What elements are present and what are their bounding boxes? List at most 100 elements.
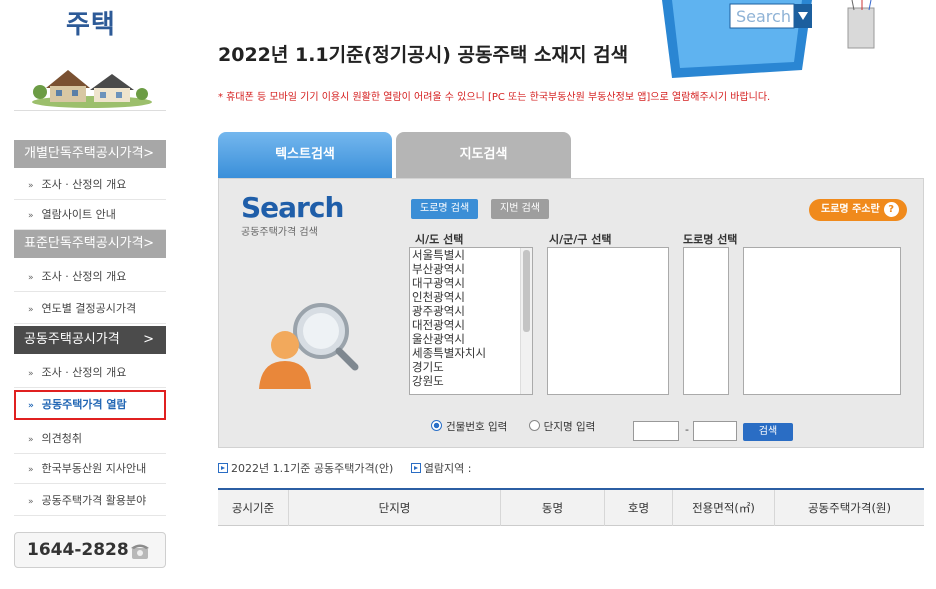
table-header-cell: 공시기준 [231, 501, 275, 515]
chevron-right-icon: > [143, 236, 154, 251]
road-select-label: 도로명 선택 [683, 233, 738, 246]
table-header-cell: 전용면적(㎡) [672, 490, 774, 526]
sidebar-divider [14, 110, 166, 111]
arrow-box-icon [410, 463, 421, 473]
road-address-guide-button[interactable]: 도로명 주소란? [809, 199, 907, 221]
bullet-icon: » [28, 369, 34, 379]
list-item[interactable]: 대구광역시 [410, 276, 532, 290]
sidebar-item-label: 조사 · 산정의 개요 [41, 366, 127, 379]
sidebar-item-label: 공동주택가격 활용분야 [41, 494, 147, 507]
result-table-header: 공시기준 단지명 동명 호명 전용면적(㎡) 공동주택가격(원) [218, 488, 924, 526]
sidebar-item-survey-overview-2[interactable]: » 조사 · 산정의 개요 [14, 262, 166, 292]
mobile-notice: * 휴대폰 등 모바일 기기 이용시 원활한 열람이 어려울 수 있으니 [PC… [218, 92, 771, 103]
sidebar-item-label: 조사 · 산정의 개요 [41, 270, 127, 283]
sidebar-item-apartment-view[interactable]: » 공동주택가격 열람 [14, 390, 166, 420]
sidebar-item-branch-guide[interactable]: » 한국부동산원 지사안내 [14, 454, 166, 484]
page-title: 2022년 1.1기준(정기공시) 공동주택 소재지 검색 [218, 44, 629, 66]
road-name-listbox[interactable] [743, 247, 901, 395]
search-logo: Search [241, 191, 344, 224]
deco-search-text: Search [736, 7, 791, 26]
list-item[interactable]: 강원도 [410, 374, 532, 388]
list-item[interactable]: 경기도 [410, 360, 532, 374]
arrow-box-icon [218, 463, 228, 473]
radio-checked-icon[interactable] [431, 420, 442, 431]
road-name-search-button[interactable]: 도로명 검색 [411, 199, 479, 219]
list-item[interactable]: 울산광역시 [410, 332, 532, 346]
info-year-text: 2022년 1.1기준 공동주택가격(안) [231, 462, 394, 475]
bullet-icon: » [28, 435, 34, 445]
number-separator: - [685, 423, 689, 436]
city-listbox-scrollbar[interactable] [520, 248, 532, 394]
radio-unchecked-icon[interactable] [528, 420, 540, 431]
sidebar-cat-label: 공동주택공시가격 [24, 332, 120, 347]
phone-number: 1644-2828 [14, 532, 166, 568]
table-header-cell: 동명 [500, 490, 604, 526]
radio-complex-name[interactable]: 단지명 입력 [528, 420, 596, 433]
search-logo-subtitle: 공동주택가격 검색 [241, 227, 318, 238]
house-illustration [32, 70, 152, 108]
building-sub-number-input[interactable] [693, 421, 737, 441]
sidebar-item-label: 연도별 결정공시가격 [41, 302, 137, 315]
search-decoration-illustration: Search [662, 0, 875, 78]
tab-text-search[interactable]: 텍스트검색 [218, 132, 392, 178]
district-listbox[interactable] [547, 247, 669, 395]
sidebar-item-survey-overview-1[interactable]: » 조사 · 산정의 개요 [14, 170, 166, 200]
table-header-cell: 공동주택가격(원) [774, 490, 924, 526]
list-item[interactable]: 부산광역시 [410, 262, 532, 276]
bullet-icon: » [28, 497, 34, 507]
bullet-icon: » [28, 465, 34, 475]
road-address-guide-label: 도로명 주소란 [821, 204, 880, 215]
district-select-label: 시/군/구 선택 [549, 233, 612, 246]
scrollbar-thumb[interactable] [523, 250, 530, 332]
tab-map-search[interactable]: 지도검색 [396, 132, 571, 178]
sidebar-item-site-guide[interactable]: » 열람사이트 안내 [14, 200, 166, 230]
sidebar-item-opinion[interactable]: » 의견청취 [14, 424, 166, 454]
result-info: 2022년 1.1기준 공동주택가격(안) 열람지역 : [218, 460, 471, 476]
question-icon: ? [883, 202, 899, 217]
building-main-number-input[interactable] [633, 421, 679, 441]
telephone-icon [131, 544, 149, 559]
chevron-right-icon: > [143, 146, 154, 161]
input-type-radio-group: 건물번호 입력 단지명 입력 [431, 419, 595, 434]
sidebar-item-label: 의견청취 [41, 432, 82, 445]
list-item[interactable]: 서울특별시 [410, 248, 532, 262]
sidebar-cat-individual-house[interactable]: 개별단독주택공시가격 > [14, 140, 166, 168]
search-panel: Search 공동주택가격 검색 도로명 검색 지번 검색 도로명 주소란? 시… [218, 178, 924, 448]
sidebar-item-yearly-prices[interactable]: » 연도별 결정공시가격 [14, 294, 166, 324]
sidebar: 주택 개별단독주택공시가격 > » 조사 · 산정의 개요 » 열람사이트 안내 표… [14, 0, 166, 589]
list-item[interactable]: 대전광역시 [410, 318, 532, 332]
user-magnifier-illustration [259, 303, 359, 389]
sidebar-item-label: 열람사이트 안내 [41, 208, 116, 221]
city-select-label: 시/도 선택 [415, 233, 464, 246]
road-initial-listbox[interactable] [683, 247, 729, 395]
bullet-icon: » [28, 211, 34, 221]
list-item[interactable]: 인천광역시 [410, 290, 532, 304]
sidebar-item-label: 조사 · 산정의 개요 [41, 178, 127, 191]
list-item[interactable]: 세종특별자치시 [410, 346, 532, 360]
radio-complex-label: 단지명 입력 [543, 421, 596, 433]
chevron-right-icon: > [143, 332, 154, 347]
sidebar-item-label: 한국부동산원 지사안내 [41, 462, 147, 475]
sidebar-item-survey-overview-3[interactable]: » 조사 · 산정의 개요 [14, 358, 166, 388]
sidebar-item-label: 공동주택가격 열람 [41, 398, 127, 411]
list-item[interactable]: 광주광역시 [410, 304, 532, 318]
sidebar-cat-label: 표준단독주택공시가격 [24, 236, 144, 251]
sidebar-cat-label: 개별단독주택공시가격 [24, 146, 144, 161]
sidebar-item-price-usage[interactable]: » 공동주택가격 활용분야 [14, 486, 166, 516]
phone-number-text: 1644-2828 [27, 540, 129, 560]
bullet-icon: » [28, 305, 34, 315]
table-header-cell: 호명 [604, 490, 672, 526]
sidebar-cat-standard-house[interactable]: 표준단독주택공시가격 > [14, 230, 166, 258]
table-header-cell: 단지명 [288, 490, 500, 526]
bullet-icon: » [28, 401, 34, 411]
search-button[interactable]: 검색 [743, 423, 793, 441]
info-region-text: 열람지역 : [423, 462, 472, 475]
radio-building-label: 건물번호 입력 [446, 421, 508, 433]
lot-number-search-button[interactable]: 지번 검색 [491, 199, 549, 219]
bullet-icon: » [28, 181, 34, 191]
sidebar-title: 주택 [66, 10, 116, 40]
radio-building-number[interactable]: 건물번호 입력 [431, 420, 508, 433]
city-listbox[interactable]: 서울특별시 부산광역시 대구광역시 인천광역시 광주광역시 대전광역시 울산광역… [409, 247, 533, 395]
bullet-icon: » [28, 273, 34, 283]
sidebar-cat-apartment[interactable]: 공동주택공시가격 > [14, 326, 166, 354]
